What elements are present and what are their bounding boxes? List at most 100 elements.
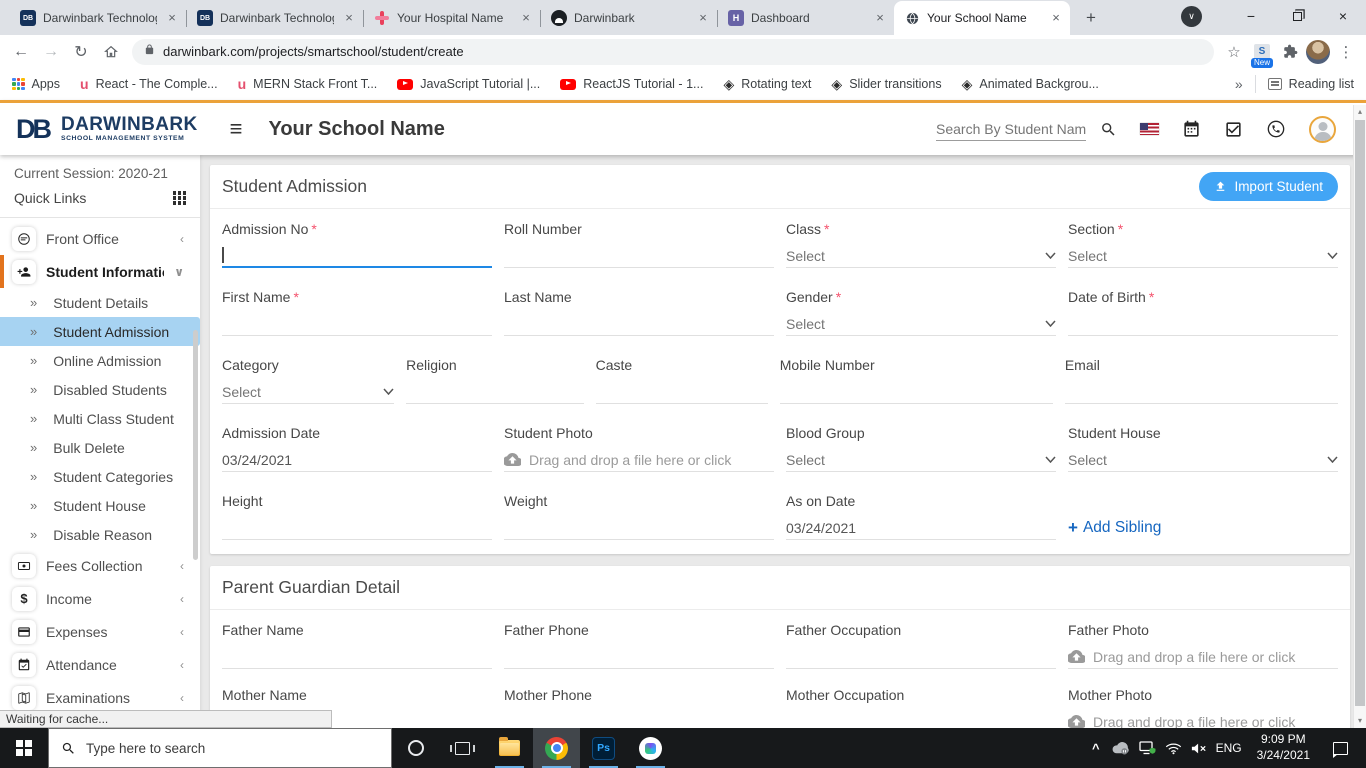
mother-photo-upload[interactable]: Drag and drop a file here or click xyxy=(1068,710,1338,728)
window-close-button[interactable]: × xyxy=(1320,8,1366,24)
tab-close-icon[interactable]: × xyxy=(695,10,711,26)
window-restore-button[interactable] xyxy=(1274,8,1320,24)
cortana-button[interactable] xyxy=(392,728,439,768)
bookmark-animated-background[interactable]: ◈ Animated Backgrou... xyxy=(962,77,1099,91)
start-button[interactable] xyxy=(0,728,48,768)
sidebar-sub-disabled-students[interactable]: » Disabled Students xyxy=(0,375,200,404)
search-input[interactable] xyxy=(936,117,1086,141)
class-select[interactable]: Select xyxy=(786,244,1056,268)
mother-occupation-input[interactable] xyxy=(786,710,1056,728)
onedrive-cloud-icon[interactable] xyxy=(1111,741,1130,755)
wifi-icon[interactable] xyxy=(1165,742,1182,755)
new-tab-button[interactable]: + xyxy=(1078,5,1104,31)
sidebar-item-front-office[interactable]: Front Office ‹ xyxy=(0,222,200,255)
todo-check-icon[interactable] xyxy=(1224,120,1243,139)
tab-darwinbark-2[interactable]: DB Darwinbark Technolog × xyxy=(187,1,363,35)
chrome-update-icon[interactable]: ∨ xyxy=(1181,5,1202,27)
father-photo-upload[interactable]: Drag and drop a file here or click xyxy=(1068,645,1338,669)
tab-darwinbark-1[interactable]: DB Darwinbark Technolog × xyxy=(10,1,186,35)
student-house-select[interactable]: Select xyxy=(1068,448,1338,472)
forward-icon[interactable]: → xyxy=(36,38,66,66)
quick-links[interactable]: Quick Links xyxy=(0,183,200,213)
home-icon[interactable] xyxy=(96,38,126,66)
email-input[interactable] xyxy=(1064,380,1338,404)
sidebar-item-expenses[interactable]: Expenses ‹ xyxy=(0,615,200,648)
sidebar-sub-student-details[interactable]: » Student Details xyxy=(0,288,200,317)
weight-input[interactable] xyxy=(504,516,774,540)
height-input[interactable] xyxy=(222,516,492,540)
bookmarks-overflow-icon[interactable]: » xyxy=(1235,76,1243,92)
tab-close-icon[interactable]: × xyxy=(518,10,534,26)
extensions-puzzle-icon[interactable] xyxy=(1276,38,1304,66)
import-student-button[interactable]: Import Student xyxy=(1199,172,1338,201)
last-name-input[interactable] xyxy=(504,312,774,336)
scroll-down-icon[interactable]: ▾ xyxy=(1354,714,1366,728)
roll-number-input[interactable] xyxy=(504,244,774,268)
tab-github[interactable]: Darwinbark × xyxy=(541,1,717,35)
task-view-button[interactable] xyxy=(439,728,486,768)
security-device-icon[interactable] xyxy=(1138,741,1156,755)
page-scrollbar[interactable]: ▴ ▾ xyxy=(1353,105,1366,728)
sidebar-sub-student-categories[interactable]: » Student Categories xyxy=(0,462,200,491)
volume-muted-icon[interactable] xyxy=(1191,742,1207,755)
tab-close-icon[interactable]: × xyxy=(1048,10,1064,26)
browser-profile-avatar[interactable] xyxy=(1304,38,1332,66)
back-icon[interactable]: ← xyxy=(6,38,36,66)
student-photo-upload[interactable]: Drag and drop a file here or click xyxy=(504,448,774,472)
tab-close-icon[interactable]: × xyxy=(341,10,357,26)
category-select[interactable]: Select xyxy=(222,380,395,404)
lock-icon[interactable] xyxy=(144,43,155,61)
browser-menu-icon[interactable]: ⋮ xyxy=(1332,38,1360,66)
bookmark-apps[interactable]: Apps xyxy=(12,77,60,91)
section-select[interactable]: Select xyxy=(1068,244,1338,268)
hamburger-menu-icon[interactable]: ≡ xyxy=(230,116,243,142)
mobile-number-input[interactable] xyxy=(779,380,1053,404)
calendar-icon[interactable] xyxy=(1182,120,1201,139)
photoshop-button[interactable]: Ps xyxy=(580,728,627,768)
sidebar-sub-multi-class-student[interactable]: » Multi Class Student xyxy=(0,404,200,433)
language-flag-icon[interactable] xyxy=(1140,123,1159,135)
sidebar-sub-bulk-delete[interactable]: » Bulk Delete xyxy=(0,433,200,462)
window-minimize-button[interactable]: − xyxy=(1228,8,1274,24)
extension-new-icon[interactable]: S New xyxy=(1248,38,1276,68)
father-phone-input[interactable] xyxy=(504,645,774,669)
religion-input[interactable] xyxy=(406,380,584,404)
app-button[interactable] xyxy=(627,728,674,768)
reload-icon[interactable]: ↻ xyxy=(66,38,96,66)
chrome-button[interactable] xyxy=(533,728,580,768)
sidebar-sub-student-house[interactable]: » Student House xyxy=(0,491,200,520)
action-center-icon[interactable] xyxy=(1332,741,1348,758)
sidebar-item-fees-collection[interactable]: Fees Collection ‹ xyxy=(0,549,200,582)
grid-icon[interactable] xyxy=(172,191,186,205)
darwinbark-logo[interactable]: DB DARWINBARK SCHOOL MANAGEMENT SYSTEM xyxy=(16,114,198,145)
father-occupation-input[interactable] xyxy=(786,645,1056,669)
bookmark-slider-transitions[interactable]: ◈ Slider transitions xyxy=(831,77,941,91)
sidebar-item-attendance[interactable]: Attendance ‹ xyxy=(0,648,200,681)
tray-expand-icon[interactable]: ^ xyxy=(1092,741,1100,756)
blood-group-select[interactable]: Select xyxy=(786,448,1056,472)
sidebar-sub-online-admission[interactable]: » Online Admission xyxy=(0,346,200,375)
add-sibling-link[interactable]: + Add Sibling xyxy=(1068,518,1161,538)
taskbar-search[interactable] xyxy=(48,728,392,768)
sidebar-sub-student-admission[interactable]: » Student Admission xyxy=(0,317,200,346)
sidebar-item-income[interactable]: $ Income ‹ xyxy=(0,582,200,615)
gender-select[interactable]: Select xyxy=(786,312,1056,336)
sidebar-sub-disable-reason[interactable]: » Disable Reason xyxy=(0,520,200,549)
whatsapp-icon[interactable] xyxy=(1266,119,1286,139)
bookmark-reactjs-tutorial[interactable]: ReactJS Tutorial - 1... xyxy=(560,77,703,91)
bookmark-mern-course[interactable]: u MERN Stack Front T... xyxy=(238,77,378,91)
tab-close-icon[interactable]: × xyxy=(872,10,888,26)
tab-school-active[interactable]: Your School Name × xyxy=(894,1,1070,35)
taskbar-search-input[interactable] xyxy=(86,740,379,756)
admission-date-input[interactable]: 03/24/2021 xyxy=(222,448,492,472)
as-on-date-input[interactable]: 03/24/2021 xyxy=(786,516,1056,540)
search-icon[interactable] xyxy=(1100,121,1117,138)
scroll-up-icon[interactable]: ▴ xyxy=(1354,105,1366,119)
scrollbar-thumb[interactable] xyxy=(1355,120,1365,706)
first-name-input[interactable] xyxy=(222,312,492,336)
father-name-input[interactable] xyxy=(222,645,492,669)
reading-list-button[interactable]: Reading list xyxy=(1267,77,1354,91)
bookmark-rotating-text[interactable]: ◈ Rotating text xyxy=(723,77,811,91)
language-indicator[interactable]: ENG xyxy=(1216,741,1242,755)
date-of-birth-input[interactable] xyxy=(1068,312,1338,336)
